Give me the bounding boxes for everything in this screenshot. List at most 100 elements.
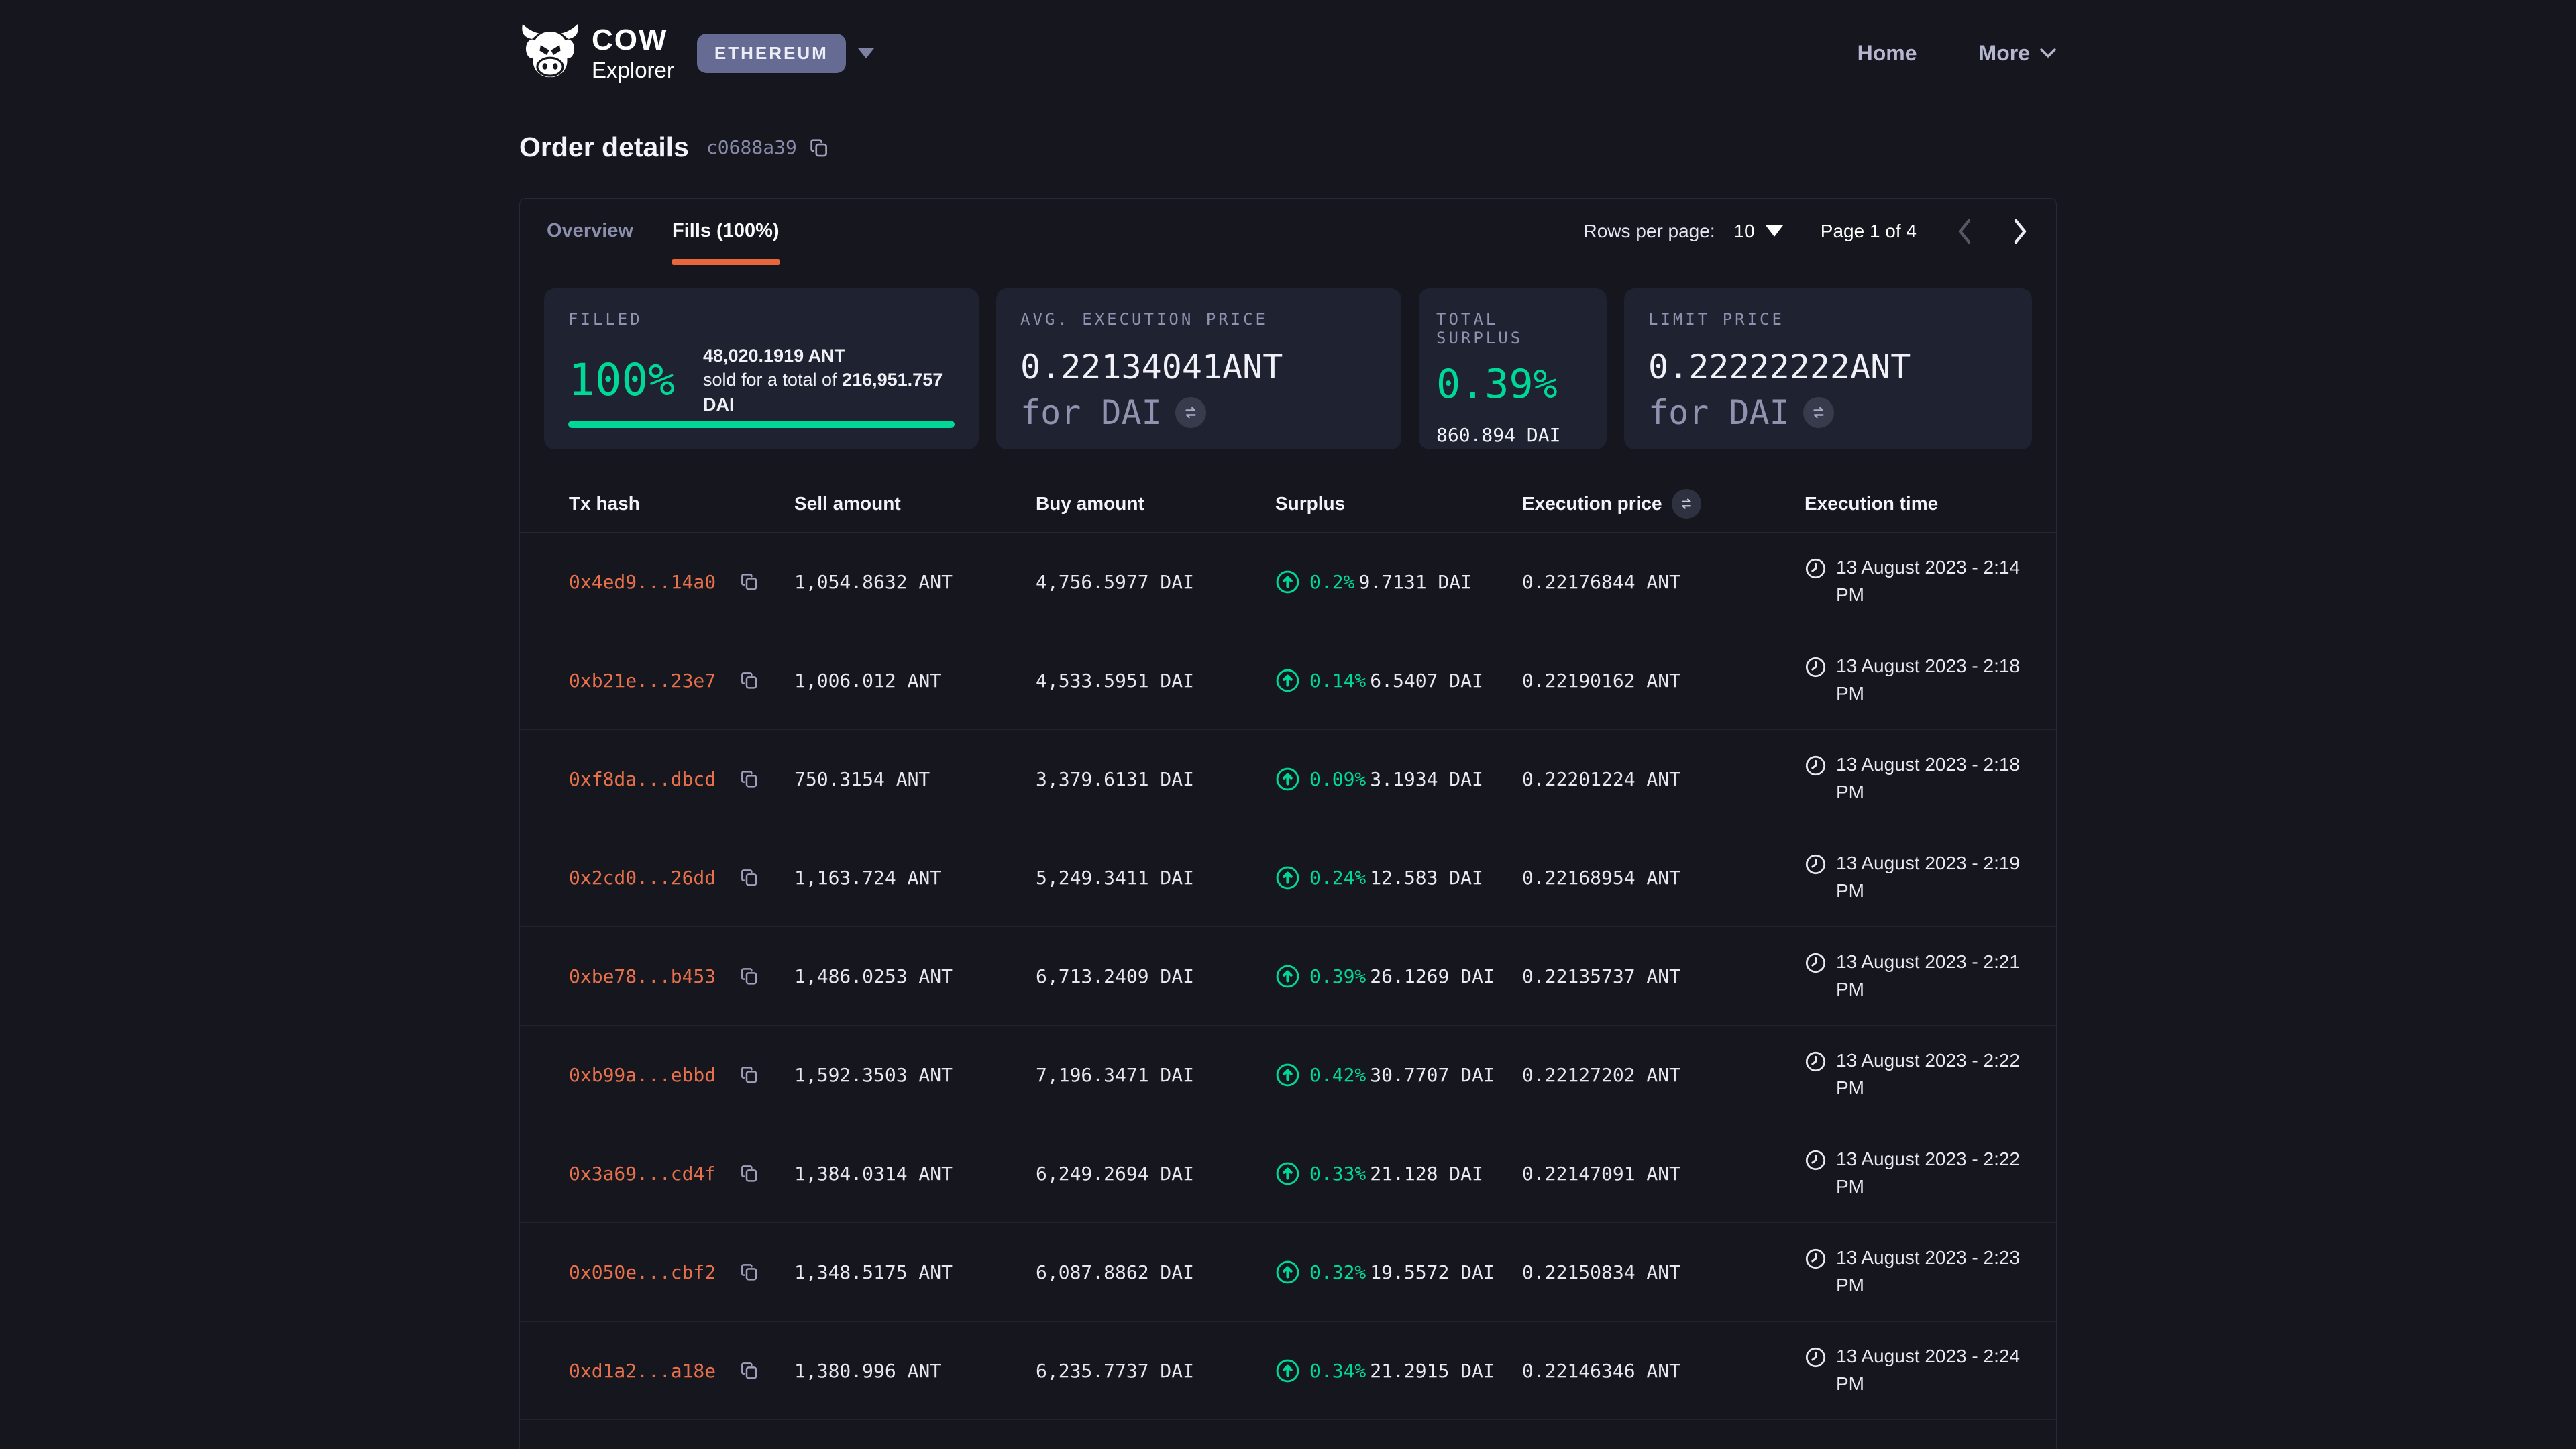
invert-price-column-icon[interactable] — [1672, 489, 1701, 519]
surplus-cell: 0.39% 26.1269 DAI — [1275, 964, 1522, 989]
buy-amount-cell: 4,756.5977 DAI — [1036, 571, 1275, 593]
filled-percent: 100% — [568, 354, 675, 406]
copy-tx-hash-icon[interactable] — [739, 1360, 760, 1381]
limit-price-value: 0.22222222ANT — [1648, 347, 2008, 386]
execution-time-cell: 13 August 2023 - 2:18 PM — [1805, 653, 2040, 707]
buy-amount-cell: 3,379.6131 DAI — [1036, 768, 1275, 790]
table-row: 0xb21e...23e7 1,006.012 ANT 4,533.5951 D… — [520, 631, 2056, 730]
surplus-amount: 30.7707 DAI — [1370, 1064, 1494, 1086]
tab-overview[interactable]: Overview — [547, 199, 633, 264]
rows-per-page-caret-icon — [1766, 225, 1783, 237]
nav-more-label: More — [1979, 41, 2030, 66]
surplus-percent: 0.32% — [1309, 1261, 1366, 1283]
logo-sub-text: Explorer — [592, 59, 674, 81]
sell-amount-cell: 1,380.996 ANT — [794, 1360, 1036, 1382]
execution-price-cell: 0.22190162 ANT — [1522, 669, 1805, 692]
clock-icon — [1805, 656, 1827, 678]
limit-price-card: LIMIT PRICE 0.22222222ANT for DAI — [1624, 288, 2032, 449]
invert-price-icon[interactable] — [1803, 397, 1834, 428]
surplus-up-icon — [1275, 1161, 1300, 1186]
sell-amount-cell: 1,006.012 ANT — [794, 669, 1036, 692]
execution-time-cell: 13 August 2023 - 2:22 PM — [1805, 1146, 2040, 1200]
surplus-up-icon — [1275, 964, 1300, 989]
execution-time-cell: 13 August 2023 - 2:19 PM — [1805, 850, 2040, 904]
col-execution-price: Execution price — [1522, 489, 1805, 519]
sell-amount-cell: 1,163.724 ANT — [794, 867, 1036, 889]
tx-hash-link[interactable]: 0x050e...cbf2 — [569, 1261, 716, 1283]
page-indicator: Page 1 of 4 — [1821, 221, 1917, 242]
execution-time-text: 13 August 2023 - 2:22 PM — [1836, 1146, 2040, 1200]
tx-hash-link[interactable]: 0x4ed9...14a0 — [569, 571, 716, 593]
execution-price-cell: 0.22150834 ANT — [1522, 1261, 1805, 1283]
nav-more[interactable]: More — [1979, 41, 2057, 66]
network-caret-icon[interactable] — [858, 48, 874, 58]
tx-hash-link[interactable]: 0xb99a...ebbd — [569, 1064, 716, 1086]
clock-icon — [1805, 755, 1827, 777]
limit-price-unit: for DAI — [1648, 393, 1790, 432]
rows-per-page-value: 10 — [1734, 221, 1755, 242]
next-page-button[interactable] — [2012, 217, 2029, 246]
surplus-up-icon — [1275, 668, 1300, 693]
execution-time-text: 13 August 2023 - 2:24 PM — [1836, 1343, 2040, 1397]
execution-price-cell: 0.22135737 ANT — [1522, 965, 1805, 987]
surplus-up-icon — [1275, 1260, 1300, 1285]
copy-order-id-icon[interactable] — [808, 136, 830, 159]
copy-tx-hash-icon[interactable] — [739, 965, 760, 987]
surplus-amount: 12.583 DAI — [1370, 867, 1483, 889]
copy-tx-hash-icon[interactable] — [739, 1163, 760, 1184]
tx-hash-link[interactable]: 0x2cd0...26dd — [569, 867, 716, 889]
sell-amount-cell: 1,348.5175 ANT — [794, 1261, 1036, 1283]
surplus-up-icon — [1275, 767, 1300, 792]
copy-tx-hash-icon[interactable] — [739, 1064, 760, 1085]
surplus-cell: 0.34% 21.2915 DAI — [1275, 1358, 1522, 1383]
clock-icon — [1805, 1346, 1827, 1368]
tab-fills[interactable]: Fills (100%) — [672, 199, 780, 264]
cow-logo-icon — [519, 24, 581, 83]
rows-per-page-select[interactable]: 10 — [1734, 221, 1783, 242]
copy-tx-hash-icon[interactable] — [739, 768, 760, 790]
filled-card: FILLED 100% 48,020.1919 ANT sold for a t… — [544, 288, 979, 449]
copy-tx-hash-icon[interactable] — [739, 669, 760, 691]
tx-hash-link[interactable]: 0x3a69...cd4f — [569, 1163, 716, 1185]
surplus-up-icon — [1275, 1063, 1300, 1087]
nav-home[interactable]: Home — [1858, 41, 1917, 66]
col-execution-price-label: Execution price — [1522, 493, 1662, 515]
tx-hash-link[interactable]: 0xbe78...b453 — [569, 965, 716, 987]
cow-explorer-logo[interactable]: COW Explorer — [519, 24, 674, 83]
surplus-amount: 21.128 DAI — [1370, 1163, 1483, 1185]
buy-amount-cell: 5,249.3411 DAI — [1036, 867, 1275, 889]
clock-icon — [1805, 557, 1827, 580]
surplus-up-icon — [1275, 1358, 1300, 1383]
avg-execution-price-card: AVG. EXECUTION PRICE 0.22134041ANT for D… — [996, 288, 1401, 449]
tabs-bar: Overview Fills (100%) Rows per page: 10 … — [520, 199, 2056, 264]
tx-hash-link[interactable]: 0xf8da...dbcd — [569, 768, 716, 790]
page-title: Order details — [519, 131, 689, 163]
prev-page-button[interactable] — [1955, 217, 1973, 246]
sell-amount-cell: 1,384.0314 ANT — [794, 1163, 1036, 1185]
col-sell-amount: Sell amount — [794, 493, 1036, 515]
execution-time-text: 13 August 2023 - 2:18 PM — [1836, 653, 2040, 707]
col-tx-hash: Tx hash — [569, 493, 794, 515]
surplus-percent: 0.33% — [1309, 1163, 1366, 1185]
surplus-percent: 0.39% — [1309, 965, 1366, 987]
avg-price-label: AVG. EXECUTION PRICE — [1020, 310, 1377, 329]
tx-hash-link[interactable]: 0xd1a2...a18e — [569, 1360, 716, 1382]
table-row: 0x4ed9...14a0 1,054.8632 ANT 4,756.5977 … — [520, 533, 2056, 631]
fill-progress-bar — [568, 421, 955, 428]
tx-hash-link[interactable]: 0xb21e...23e7 — [569, 669, 716, 692]
surplus-percent: 0.24% — [1309, 867, 1366, 889]
rows-per-page-label: Rows per page: — [1584, 221, 1715, 242]
copy-tx-hash-icon[interactable] — [739, 1261, 760, 1283]
invert-price-icon[interactable] — [1175, 397, 1206, 428]
clock-icon — [1805, 1149, 1827, 1171]
copy-tx-hash-icon[interactable] — [739, 571, 760, 592]
copy-tx-hash-icon[interactable] — [739, 867, 760, 888]
logo-brand-text: COW — [592, 25, 674, 55]
execution-time-cell: 13 August 2023 - 2:22 PM — [1805, 1047, 2040, 1102]
buy-amount-cell: 6,249.2694 DAI — [1036, 1163, 1275, 1185]
table-row: 0xbe78...b453 1,486.0253 ANT 6,713.2409 … — [520, 927, 2056, 1026]
clock-icon — [1805, 1051, 1827, 1073]
network-selector-badge[interactable]: ETHEREUM — [697, 34, 846, 73]
top-header: COW Explorer ETHEREUM Home More — [519, 0, 2057, 83]
filled-label: FILLED — [568, 310, 955, 329]
